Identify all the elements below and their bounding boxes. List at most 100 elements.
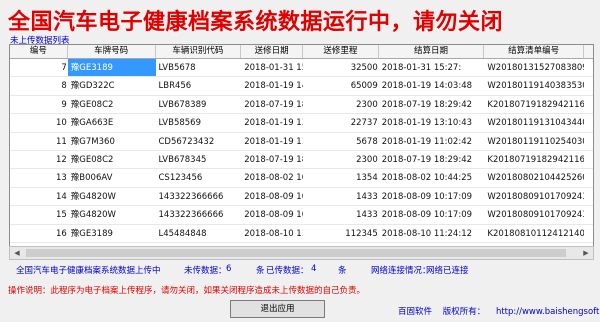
table-cell[interactable]: 2018-01-19 14:03:48 <box>379 77 485 94</box>
table-cell[interactable]: 2018-01-19 11:02: <box>241 133 303 150</box>
table-cell[interactable]: W20180809101709243 <box>484 188 584 205</box>
table-row[interactable]: 12豫GE08C2LVB6783452018-07-19 18:29:23002… <box>10 151 593 170</box>
table-cell[interactable]: LVB678389 <box>156 96 242 113</box>
exit-app-button[interactable]: 退出应用 <box>230 300 325 318</box>
table-cell[interactable]: W20180809101709243 <box>484 206 584 223</box>
table-cell[interactable]: 豫G4820W <box>68 206 156 223</box>
company-url[interactable]: http://www.baishengsoft.com <box>496 307 600 317</box>
table-cell[interactable]: 2018-08-09 10:17:09 <box>379 206 485 223</box>
table-cell[interactable]: 豫GA663E <box>68 114 156 131</box>
table-cell[interactable]: 2018-08-10 11:24:12 <box>379 225 485 242</box>
table-cell[interactable]: W20180131527083809 <box>484 59 584 76</box>
table-cell[interactable] <box>584 206 593 223</box>
table-cell[interactable]: 13 <box>10 169 68 186</box>
table-cell[interactable]: 5678 <box>303 133 379 150</box>
table-cell[interactable] <box>584 133 593 150</box>
table-cell[interactable]: 7 <box>10 59 68 76</box>
table-cell[interactable]: 15 <box>10 206 68 223</box>
table-cell[interactable]: 12 <box>10 151 68 168</box>
horizontal-scrollbar[interactable]: ◀ ▶ <box>9 246 594 260</box>
table-row[interactable]: 9豫GE08C2LVB6783892018-07-19 18:29:230020… <box>10 96 593 115</box>
table-cell[interactable]: 豫GE08C2 <box>68 151 156 168</box>
table-cell[interactable]: 2018-08-02 10:44: <box>241 169 303 186</box>
table-cell[interactable]: 22737 <box>303 114 379 131</box>
table-cell[interactable]: 8 <box>10 77 68 94</box>
scroll-left-icon[interactable]: ◀ <box>10 247 24 259</box>
table-cell[interactable]: 10 <box>10 114 68 131</box>
table-row[interactable]: 7豫GE3189LVB56782018-01-31 15:27:32500201… <box>10 59 593 78</box>
table-row[interactable]: 10豫GA663ELVB585692018-01-19 13:10:227372… <box>10 114 593 133</box>
table-cell[interactable]: 2018-07-19 18:29:42 <box>379 151 485 168</box>
table-cell[interactable]: 豫B006AV <box>68 169 156 186</box>
table-cell[interactable]: 1433 <box>303 206 379 223</box>
table-cell[interactable]: 2300 <box>303 151 379 168</box>
column-header-vin[interactable]: 车辆识别代码 <box>156 45 242 58</box>
table-cell[interactable] <box>584 77 593 94</box>
table-cell[interactable]: 2018-08-09 10:17:09 <box>379 188 485 205</box>
table-cell[interactable]: CD56723432 <box>156 133 242 150</box>
column-header-settle-date[interactable]: 结算日期 <box>379 45 485 58</box>
table-row[interactable]: 15豫G4820W1433223666662018-08-09 10:17:14… <box>10 206 593 225</box>
table-cell[interactable]: 豫GE3189 <box>68 225 156 242</box>
table-cell[interactable]: 豫GE3189 <box>67 59 156 77</box>
table-cell[interactable]: LVB5678 <box>156 59 242 76</box>
table-row[interactable]: 14豫G4820W1433223666662018-08-09 10:17:14… <box>10 188 593 207</box>
table-cell[interactable]: 14 <box>10 188 68 205</box>
table-cell[interactable]: 2018-07-19 18:29: <box>241 96 303 113</box>
scrollbar-thumb[interactable] <box>26 249 566 257</box>
table-cell[interactable]: 32500 <box>303 59 379 76</box>
table-cell[interactable]: 143322366666 <box>156 188 242 205</box>
column-header-id[interactable]: 编号 <box>10 45 68 58</box>
table-cell[interactable] <box>584 96 593 113</box>
table-cell[interactable]: 2018-08-09 10:17: <box>241 188 303 205</box>
table-cell[interactable]: 112345 <box>303 225 379 242</box>
table-cell[interactable]: 豫G7M360 <box>68 133 156 150</box>
table-cell[interactable]: 16 <box>10 225 68 242</box>
table-cell[interactable]: 2018-08-09 10:17: <box>241 206 303 223</box>
table-cell[interactable]: K20180719182942116 <box>484 151 584 168</box>
column-header-repair-date[interactable]: 送修日期 <box>241 45 303 58</box>
table-cell[interactable] <box>584 151 593 168</box>
table-row[interactable]: 13豫B006AVCS1234562018-08-02 10:44:135420… <box>10 169 593 188</box>
table-cell[interactable]: 9 <box>10 96 68 113</box>
table-cell[interactable]: 2018-01-19 13:10:43 <box>379 114 485 131</box>
table-cell[interactable]: W20180119110254030 <box>484 133 584 150</box>
table-cell[interactable]: 143322366666 <box>156 206 242 223</box>
table-cell[interactable]: 2018-01-19 13:10: <box>241 114 303 131</box>
table-cell[interactable]: 2018-01-19 14:03: <box>241 77 303 94</box>
table-cell[interactable] <box>584 225 593 242</box>
table-cell[interactable]: 2300 <box>303 96 379 113</box>
table-cell[interactable]: W20180119131043440 <box>484 114 584 131</box>
scroll-right-icon[interactable]: ▶ <box>579 247 593 259</box>
table-cell[interactable]: 1354 <box>303 169 379 186</box>
table-cell[interactable]: 豫G4820W <box>68 188 156 205</box>
column-header-mileage[interactable]: 送修里程 <box>303 45 379 58</box>
table-cell[interactable]: 2018-01-31 15:27: <box>379 59 485 76</box>
table-cell[interactable]: 2018-07-19 18:29: <box>241 151 303 168</box>
table-cell[interactable]: LVB58569 <box>156 114 242 131</box>
table-cell[interactable]: W20180119140383530 <box>484 77 584 94</box>
table-cell[interactable]: K20180810112412140 <box>484 225 584 242</box>
table-cell[interactable]: 65009 <box>303 77 379 94</box>
table-cell[interactable]: 豫GD322C <box>68 77 156 94</box>
table-row[interactable]: 11豫G7M360CD567234322018-01-19 11:02:5678… <box>10 133 593 151</box>
table-cell[interactable]: LVB678345 <box>156 151 242 168</box>
table-cell[interactable]: 11 <box>10 133 68 150</box>
table-cell[interactable]: 1433 <box>303 188 379 205</box>
table-cell[interactable]: 2018-01-19 11:02:42 <box>379 133 485 150</box>
table-cell[interactable]: 2018-08-02 10:44:25 <box>379 169 485 186</box>
table-cell[interactable]: CS123456 <box>156 169 242 186</box>
table-cell[interactable]: 2018-01-31 15:27: <box>241 59 303 76</box>
table-cell[interactable] <box>584 114 593 131</box>
table-cell[interactable] <box>584 169 593 186</box>
table-cell[interactable]: W20180802104425260 <box>484 169 584 186</box>
table-cell[interactable]: 2018-08-10 11:24: <box>241 225 303 242</box>
table-cell[interactable]: L45484848 <box>156 225 242 242</box>
table-cell[interactable] <box>584 188 593 205</box>
column-header-plate[interactable]: 车牌号码 <box>68 45 156 58</box>
column-header-settle-no[interactable]: 结算清单编号 <box>484 45 585 58</box>
upload-data-grid[interactable]: 编号 车牌号码 车辆识别代码 送修日期 送修里程 结算日期 结算清单编号 7 豫G… <box>9 44 594 260</box>
table-cell[interactable]: 2018-07-19 18:29:42 <box>379 96 485 113</box>
table-cell[interactable]: LBR456 <box>156 77 242 94</box>
table-row[interactable]: 16豫GE3189L454848482018-08-10 11:24:11234… <box>10 225 593 243</box>
